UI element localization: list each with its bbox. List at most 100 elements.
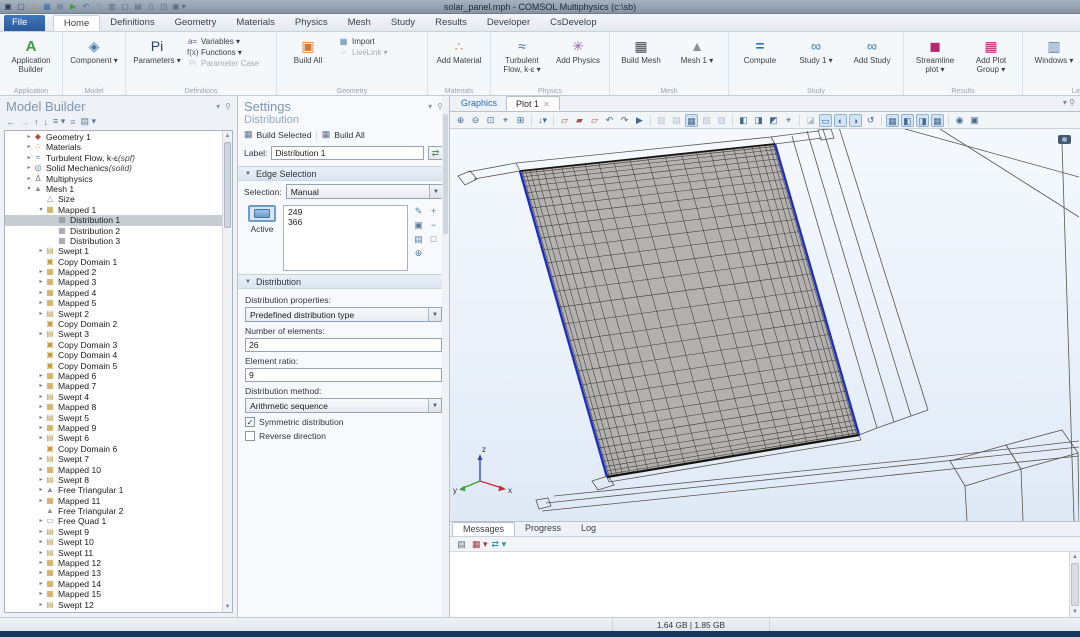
build-mesh-button[interactable]: ▦Build Mesh <box>615 34 667 84</box>
tree-scrollbar[interactable]: ▲ ▼ <box>222 131 232 612</box>
tree-item-mapped-10[interactable]: ▸▦Mapped 10 <box>5 465 232 475</box>
tree-item-copy-domain-1[interactable]: ▣Copy Domain 1 <box>5 257 232 267</box>
tree-expander-icon[interactable]: ▸ <box>37 475 45 485</box>
tree-expander-icon[interactable]: ▸ <box>25 142 33 152</box>
tree-item-free-triangular-2[interactable]: ▲Free Triangular 2 <box>5 506 232 516</box>
distribution-method-dropdown[interactable]: Arithmetic sequence ▼ <box>245 398 442 413</box>
number-of-elements-input[interactable]: 26 <box>245 338 442 352</box>
tree-options-icon[interactable]: ▤ ▾ <box>81 116 97 127</box>
snapshot-icon[interactable]: ◉ <box>953 114 966 127</box>
study-1-button[interactable]: ∞Study 1 ▾ <box>790 34 842 84</box>
scroll-up-icon[interactable]: ▲ <box>1070 552 1080 562</box>
tree-item-swept-2[interactable]: ▸▤Swept 2 <box>5 309 232 319</box>
tree-item-copy-domain-2[interactable]: ▣Copy Domain 2 <box>5 319 232 329</box>
streamline-plot-button[interactable]: ◼Streamline plot ▾ <box>909 34 961 84</box>
add-physics-button[interactable]: ✳Add Physics <box>552 34 604 84</box>
tree-expander-icon[interactable]: ▸ <box>25 132 33 142</box>
build-all-button[interactable]: Build All <box>334 130 365 140</box>
graphics-tab-plot-1[interactable]: Plot 1✕ <box>506 96 560 111</box>
tree-item-mapped-7[interactable]: ▸▦Mapped 7 <box>5 381 232 391</box>
tree-expander-icon[interactable]: ▸ <box>25 163 33 173</box>
distribution-properties-dropdown[interactable]: Predefined distribution type ▼ <box>245 307 442 322</box>
tree-item-swept-6[interactable]: ▸▤Swept 6 <box>5 433 232 443</box>
file-menu-button[interactable]: File ▼ <box>4 15 45 31</box>
info-tab-messages[interactable]: Messages <box>452 522 515 536</box>
menu-tab-mesh[interactable]: Mesh <box>338 15 381 31</box>
selection-list[interactable]: 249366 <box>283 205 408 271</box>
add-plot-group-button[interactable]: ▦Add Plot Group ▾ <box>965 34 1017 84</box>
tree-item-mapped-13[interactable]: ▸▦Mapped 13 <box>5 568 232 578</box>
tree-expander-icon[interactable]: ▸ <box>37 433 45 443</box>
label-input[interactable]: Distribution 1 <box>271 146 424 160</box>
print-graphics-icon[interactable]: ◨ <box>752 114 765 127</box>
graphics-tab-graphics[interactable]: Graphics <box>452 96 506 111</box>
tree-expander-icon[interactable]: ▸ <box>37 381 45 391</box>
remove-from-selection-icon[interactable]: − <box>427 219 440 231</box>
previous-view-icon[interactable]: ↶ <box>603 114 616 127</box>
scroll-up-icon[interactable]: ▲ <box>223 131 232 141</box>
build-all-button[interactable]: ▣Build All <box>282 34 334 84</box>
tree-item-distribution-1[interactable]: ▦Distribution 1 <box>5 215 232 225</box>
clear-selection-icon[interactable]: □ <box>427 233 440 245</box>
record-animation-icon[interactable]: ▣ <box>968 114 981 127</box>
view-xy-icon[interactable]: ▱ <box>558 114 571 127</box>
tree-expander-icon[interactable]: ▸ <box>37 527 45 537</box>
tree-item-swept-10[interactable]: ▸▤Swept 10 <box>5 537 232 547</box>
tree-item-swept-11[interactable]: ▸▤Swept 11 <box>5 548 232 558</box>
tree-item-swept-9[interactable]: ▸▤Swept 9 <box>5 527 232 537</box>
tree-expander-icon[interactable]: ▸ <box>37 568 45 578</box>
dock-panel-icon[interactable]: ⇄ ▾ <box>492 539 507 550</box>
move-down-icon[interactable]: ↓ <box>44 117 49 127</box>
tree-expander-icon[interactable]: ▸ <box>37 548 45 558</box>
copy-selection-icon[interactable]: ▣ <box>412 219 425 231</box>
view-xz-icon[interactable]: ▱ <box>588 114 601 127</box>
tree-item-copy-domain-5[interactable]: ▣Copy Domain 5 <box>5 361 232 371</box>
tree-item-mesh-1[interactable]: ▾▲Mesh 1 <box>5 184 232 194</box>
tree-item-swept-7[interactable]: ▸▤Swept 7 <box>5 454 232 464</box>
scene-light-icon[interactable]: ◐ <box>834 114 847 127</box>
compute-button[interactable]: =Compute <box>734 34 786 84</box>
symmetric-distribution-checkbox[interactable]: ✓ <box>245 417 255 427</box>
menu-tab-physics[interactable]: Physics <box>285 15 338 31</box>
tree-expander-icon[interactable]: ▸ <box>37 288 45 298</box>
messages-scrollbar[interactable]: ▲ ▼ <box>1069 552 1080 617</box>
tree-item-mapped-11[interactable]: ▸▦Mapped 11 <box>5 496 232 506</box>
show-selection-colors-icon[interactable]: ◨ <box>916 114 929 127</box>
tree-item-mapped-5[interactable]: ▸▦Mapped 5 <box>5 298 232 308</box>
selection-dropdown[interactable]: Manual ▼ <box>286 184 443 199</box>
reverse-direction-checkbox[interactable] <box>245 431 255 441</box>
add-material-button[interactable]: ∴Add Material <box>433 34 485 84</box>
nav-back-icon[interactable]: ← <box>6 117 15 127</box>
tree-expander-icon[interactable]: ▸ <box>37 246 45 256</box>
turbulent-flow-k--button[interactable]: ≈Turbulent Flow, k-ε ▾ <box>496 34 548 84</box>
close-icon[interactable]: ✕ <box>543 100 550 109</box>
tree-item-mapped-6[interactable]: ▸▦Mapped 6 <box>5 371 232 381</box>
zoom-to-selection-icon[interactable]: ⊕ <box>412 247 425 259</box>
info-tab-progress[interactable]: Progress <box>515 522 571 536</box>
tree-expander-icon[interactable]: ▸ <box>37 413 45 423</box>
scroll-down-icon[interactable]: ▼ <box>1070 607 1080 617</box>
tree-expander-icon[interactable]: ▸ <box>37 423 45 433</box>
tree-expander-icon[interactable]: ▸ <box>37 496 45 506</box>
tree-expander-icon[interactable]: ▸ <box>37 600 45 610</box>
tree-expander-icon[interactable]: ▸ <box>37 298 45 308</box>
panel-menu-icon[interactable]: ▾ <box>1063 98 1067 107</box>
edge-selection-section-header[interactable]: ▼ Edge Selection <box>238 166 449 181</box>
functions-button[interactable]: f(x)Functions ▾ <box>187 48 271 57</box>
distribution-section-header[interactable]: ▼ Distribution <box>238 274 449 289</box>
tree-item-mapped-1[interactable]: ▾▦Mapped 1 <box>5 205 232 215</box>
menu-tab-materials[interactable]: Materials <box>226 15 285 31</box>
tree-item-copy-domain-6[interactable]: ▣Copy Domain 6 <box>5 444 232 454</box>
menu-tab-study[interactable]: Study <box>381 15 425 31</box>
tree-item-mapped-4[interactable]: ▸▦Mapped 4 <box>5 288 232 298</box>
tree-expander-icon[interactable]: ▸ <box>37 454 45 464</box>
scroll-down-icon[interactable]: ▼ <box>223 602 232 612</box>
tree-expander-icon[interactable]: ▸ <box>25 174 33 184</box>
parameters-button[interactable]: PiParameters ▾ <box>131 34 183 84</box>
tree-expander-icon[interactable]: ▸ <box>37 537 45 547</box>
tree-item-mapped-3[interactable]: ▸▦Mapped 3 <box>5 277 232 287</box>
view-yz-icon[interactable]: ▰ <box>573 114 586 127</box>
paste-selection-icon[interactable]: ▤ <box>412 233 425 245</box>
tree-expander-icon[interactable]: ▸ <box>37 277 45 287</box>
tree-item-size[interactable]: △Size <box>5 194 232 204</box>
